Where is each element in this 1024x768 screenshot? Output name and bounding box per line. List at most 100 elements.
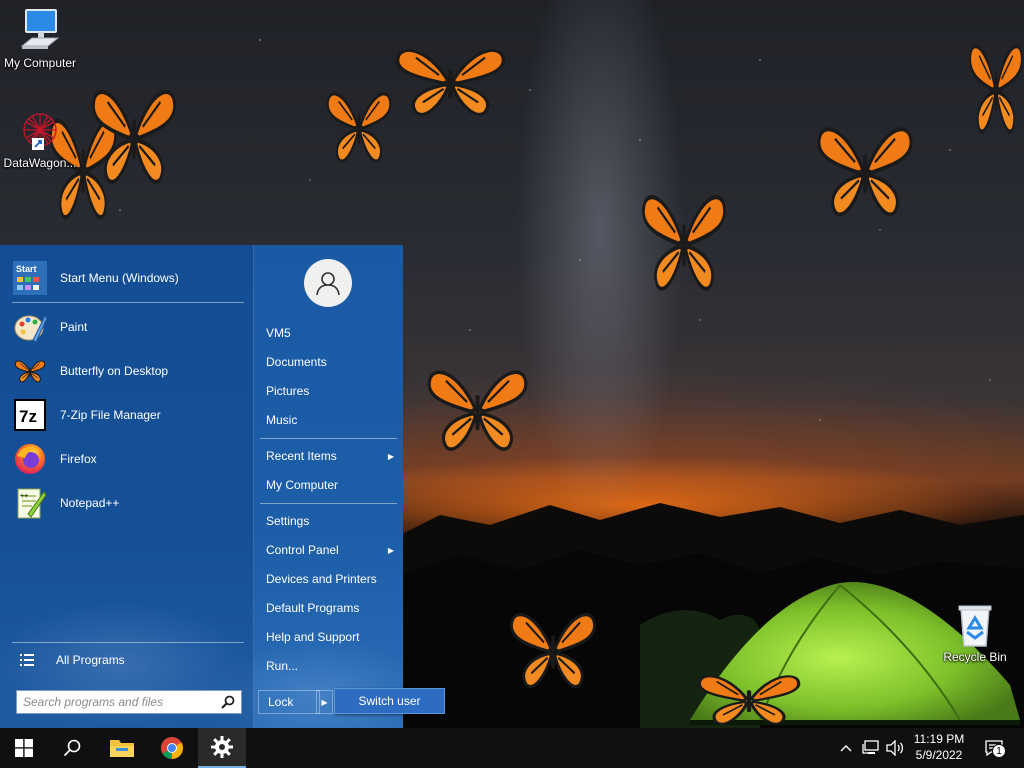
butterfly-icon (90, 80, 178, 190)
butterfly-icon (815, 118, 915, 222)
place-label: Control Panel (266, 543, 339, 557)
svg-text:++: ++ (20, 493, 28, 500)
arrow-right-icon: ▶ (321, 697, 328, 707)
clock-time: 11:19 PM (913, 732, 965, 746)
program-label: Paint (60, 320, 88, 334)
all-programs-button[interactable]: All Programs (16, 649, 244, 671)
place-my-computer[interactable]: My Computer (266, 473, 396, 497)
taskbar-settings[interactable] (198, 728, 246, 768)
place-recent-items[interactable]: Recent Items ▶ (266, 444, 396, 468)
taskbar-file-explorer[interactable] (98, 728, 146, 768)
notepadpp-icon: ++ (12, 485, 48, 521)
program-butterfly-on-desktop[interactable]: Butterfly on Desktop (12, 351, 244, 391)
file-explorer-icon (110, 740, 134, 757)
place-label: VM5 (266, 326, 291, 340)
desktop-icon-label: DataWagon... (3, 156, 77, 170)
place-label: Recent Items (266, 449, 337, 463)
switch-user-menu-item[interactable]: Switch user (334, 688, 445, 714)
butterfly-icon (393, 42, 508, 120)
datawagon-icon (23, 113, 57, 150)
program-label: Notepad++ (60, 496, 120, 510)
taskbar-search-button[interactable] (48, 728, 96, 768)
shutdown-options-button[interactable]: ▶ (316, 690, 333, 714)
program-notepadpp[interactable]: ++ Notepad++ (12, 483, 244, 523)
chevron-up-icon (840, 745, 852, 752)
network-tray-button[interactable] (860, 728, 882, 768)
windows-start-icon (15, 739, 33, 757)
butterfly-icon (640, 185, 728, 297)
program-label: Start Menu (Windows) (60, 271, 179, 285)
network-icon (862, 740, 879, 754)
search-icon (63, 739, 81, 757)
user-avatar[interactable] (304, 259, 352, 307)
submenu-arrow-icon: ▶ (387, 451, 394, 461)
lock-button[interactable]: Lock (258, 690, 320, 714)
place-label: Music (266, 413, 298, 427)
chrome-icon (161, 737, 183, 759)
desktop-icon-recycle-bin[interactable]: Recycle Bin (935, 602, 1015, 664)
desktop-icon-my-computer[interactable]: My Computer (0, 8, 80, 70)
lock-label: Lock (268, 695, 294, 709)
start-button[interactable] (0, 728, 48, 768)
place-music[interactable]: Music (266, 408, 396, 432)
taskbar-clock[interactable]: 11:19 PM 5/9/2022 (900, 731, 978, 763)
show-hidden-icons-button[interactable] (836, 728, 856, 768)
all-programs-label: All Programs (56, 653, 125, 667)
computer-icon (20, 9, 60, 49)
program-label: Butterfly on Desktop (60, 364, 169, 378)
place-run[interactable]: Run... (266, 654, 396, 678)
place-default-programs[interactable]: Default Programs (266, 596, 396, 620)
program-firefox[interactable]: Firefox (12, 439, 244, 479)
start-menu-places-pane: VM5 Documents Pictures Music Recent Item… (255, 245, 403, 728)
place-devices-and-printers[interactable]: Devices and Printers (266, 567, 396, 591)
program-start-menu-windows[interactable]: Start Start Menu (Windows) (12, 258, 244, 298)
place-pictures[interactable]: Pictures (266, 379, 396, 403)
settings-icon (211, 736, 233, 758)
place-control-panel[interactable]: Control Panel ▶ (266, 538, 396, 562)
desktop-icon-datawagon[interactable]: DataWagon... (0, 108, 80, 170)
desktop-icon-label: My Computer (3, 56, 77, 70)
search-icon[interactable] (221, 695, 235, 709)
clock-date: 5/9/2022 (915, 748, 963, 762)
7zip-tile-text: 7z (19, 407, 37, 426)
place-help-and-support[interactable]: Help and Support (266, 625, 396, 649)
place-label: My Computer (266, 478, 339, 492)
search-input[interactable] (23, 695, 213, 709)
place-label: Devices and Printers (266, 572, 377, 586)
program-label: Firefox (60, 452, 97, 466)
butterfly-icon (968, 35, 1024, 139)
place-vm5[interactable]: VM5 (266, 321, 396, 345)
separator (12, 302, 244, 303)
butterfly-icon (695, 670, 803, 728)
user-icon (316, 272, 340, 296)
switch-user-label: Switch user (358, 694, 421, 708)
taskbar-chrome[interactable] (148, 728, 196, 768)
desktop-icon-label: Recycle Bin (943, 650, 1007, 664)
start-menu-app-icon: Start (12, 260, 48, 296)
place-label: Help and Support (266, 630, 360, 644)
program-paint[interactable]: Paint (12, 307, 244, 347)
paint-icon (12, 309, 48, 345)
recycle-bin-icon (958, 605, 992, 647)
butterfly-icon (508, 605, 598, 693)
butterfly-icon (325, 85, 393, 167)
separator (260, 503, 397, 504)
place-documents[interactable]: Documents (266, 350, 396, 374)
program-label: 7-Zip File Manager (60, 408, 161, 422)
start-menu: Start Start Menu (Windows) Paint Butterf… (0, 245, 403, 728)
firefox-icon (12, 441, 48, 477)
taskbar: 11:19 PM 5/9/2022 (0, 728, 1024, 768)
butterfly-icon (12, 353, 48, 389)
place-label: Settings (266, 514, 310, 528)
separator (12, 642, 244, 643)
place-label: Run... (266, 659, 299, 673)
place-settings[interactable]: Settings (266, 509, 396, 533)
search-box[interactable] (16, 690, 242, 714)
program-7zip[interactable]: 7z 7-Zip File Manager (12, 395, 244, 435)
7zip-icon: 7z (12, 397, 48, 433)
list-icon (20, 654, 34, 666)
start-menu-programs-pane: Start Start Menu (Windows) Paint Butterf… (0, 245, 254, 728)
place-label: Pictures (266, 384, 310, 398)
notification-count-badge: 1 (992, 744, 1006, 758)
submenu-arrow-icon: ▶ (387, 545, 394, 555)
